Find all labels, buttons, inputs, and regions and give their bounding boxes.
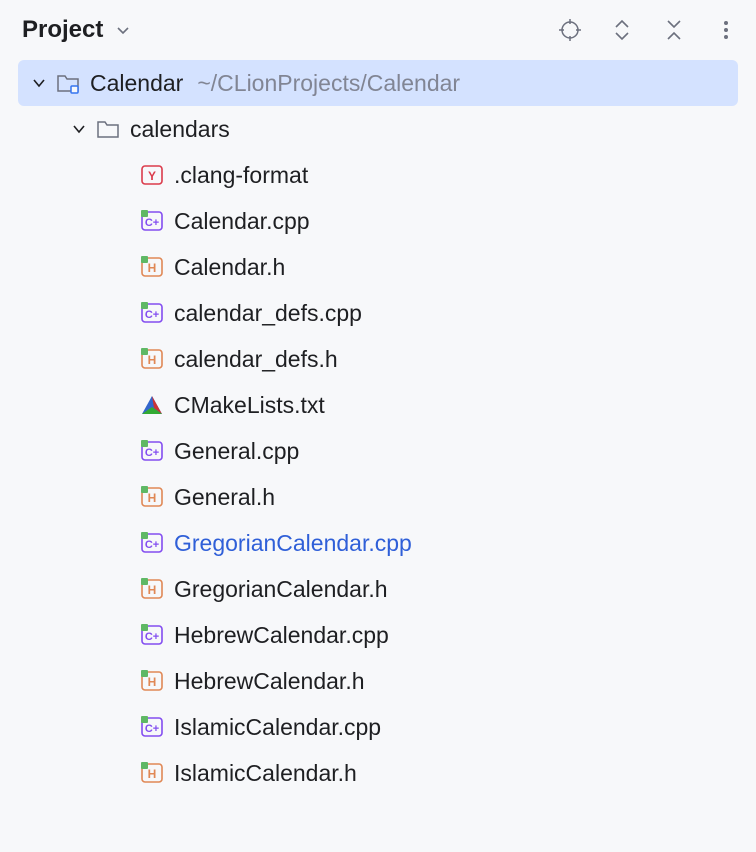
h-file-icon: H (140, 669, 164, 693)
node-path: ~/CLionProjects/Calendar (197, 70, 460, 97)
node-label: IslamicCalendar.h (174, 760, 357, 787)
h-file-icon: H (140, 761, 164, 785)
header-title-group[interactable]: Project (22, 16, 135, 44)
tree-node-file[interactable]: C+ calendar_defs.cpp (0, 290, 756, 336)
tree-node-file[interactable]: C+ Calendar.cpp (0, 198, 756, 244)
svg-text:H: H (148, 261, 157, 275)
expand-all-icon[interactable] (610, 18, 634, 42)
project-tree[interactable]: Calendar ~/CLionProjects/Calendar calend… (0, 60, 756, 852)
svg-text:H: H (148, 583, 157, 597)
tree-node-file[interactable]: C+ HebrewCalendar.cpp (0, 612, 756, 658)
h-file-icon: H (140, 485, 164, 509)
tree-node-file[interactable]: Y .clang-format (0, 152, 756, 198)
node-label: GregorianCalendar.cpp (174, 530, 412, 557)
node-label: HebrewCalendar.h (174, 668, 365, 695)
more-options-icon[interactable] (714, 18, 738, 42)
cpp-file-icon: C+ (140, 531, 164, 555)
folder-icon (96, 117, 120, 141)
node-label: calendar_defs.h (174, 346, 338, 373)
project-panel: Project (0, 0, 756, 852)
node-label: Calendar (90, 70, 183, 97)
panel-header: Project (0, 0, 756, 60)
cpp-file-icon: C+ (140, 623, 164, 647)
cpp-file-icon: C+ (140, 301, 164, 325)
y-file-icon: Y (140, 163, 164, 187)
panel-title: Project (22, 16, 103, 44)
h-file-icon: H (140, 577, 164, 601)
node-label: calendar_defs.cpp (174, 300, 362, 327)
cmake-file-icon (140, 393, 164, 417)
svg-text:H: H (148, 767, 157, 781)
locate-icon[interactable] (558, 18, 582, 42)
tree-node-file[interactable]: H GregorianCalendar.h (0, 566, 756, 612)
header-actions (558, 18, 738, 42)
cpp-file-icon: C+ (140, 439, 164, 463)
node-label: calendars (130, 116, 230, 143)
cpp-file-icon: C+ (140, 715, 164, 739)
cpp-file-icon: C+ (140, 209, 164, 233)
node-label: Calendar.h (174, 254, 285, 281)
chevron-down-icon[interactable] (28, 72, 50, 94)
node-label: .clang-format (174, 162, 308, 189)
svg-text:C+: C+ (145, 309, 159, 321)
node-label: General.cpp (174, 438, 299, 465)
svg-text:C+: C+ (145, 723, 159, 735)
tree-node-file[interactable]: H IslamicCalendar.h (0, 750, 756, 796)
tree-node-file[interactable]: CMakeLists.txt (0, 382, 756, 428)
project-folder-icon (56, 71, 80, 95)
svg-text:C+: C+ (145, 447, 159, 459)
svg-text:H: H (148, 675, 157, 689)
node-label: HebrewCalendar.cpp (174, 622, 389, 649)
tree-node-file[interactable]: C+ GregorianCalendar.cpp (0, 520, 756, 566)
tree-node-file[interactable]: H General.h (0, 474, 756, 520)
node-label: Calendar.cpp (174, 208, 310, 235)
tree-node-file[interactable]: C+ General.cpp (0, 428, 756, 474)
tree-node-file[interactable]: H HebrewCalendar.h (0, 658, 756, 704)
tree-node-file[interactable]: C+ IslamicCalendar.cpp (0, 704, 756, 750)
collapse-all-icon[interactable] (662, 18, 686, 42)
tree-node-file[interactable]: Hcalendar_defs.h (0, 336, 756, 382)
svg-text:C+: C+ (145, 539, 159, 551)
svg-text:Y: Y (148, 169, 156, 183)
svg-text:H: H (148, 491, 157, 505)
svg-text:C+: C+ (145, 217, 159, 229)
node-label: GregorianCalendar.h (174, 576, 388, 603)
tree-node-project-root[interactable]: Calendar ~/CLionProjects/Calendar (18, 60, 738, 106)
h-file-icon: H (140, 347, 164, 371)
node-label: General.h (174, 484, 275, 511)
chevron-down-icon[interactable] (68, 118, 90, 140)
chevron-down-icon (111, 18, 135, 42)
node-label: IslamicCalendar.cpp (174, 714, 381, 741)
svg-text:H: H (148, 353, 157, 367)
tree-node-file[interactable]: H Calendar.h (0, 244, 756, 290)
h-file-icon: H (140, 255, 164, 279)
node-label: CMakeLists.txt (174, 392, 325, 419)
svg-text:C+: C+ (145, 631, 159, 643)
tree-node-folder[interactable]: calendars (0, 106, 756, 152)
